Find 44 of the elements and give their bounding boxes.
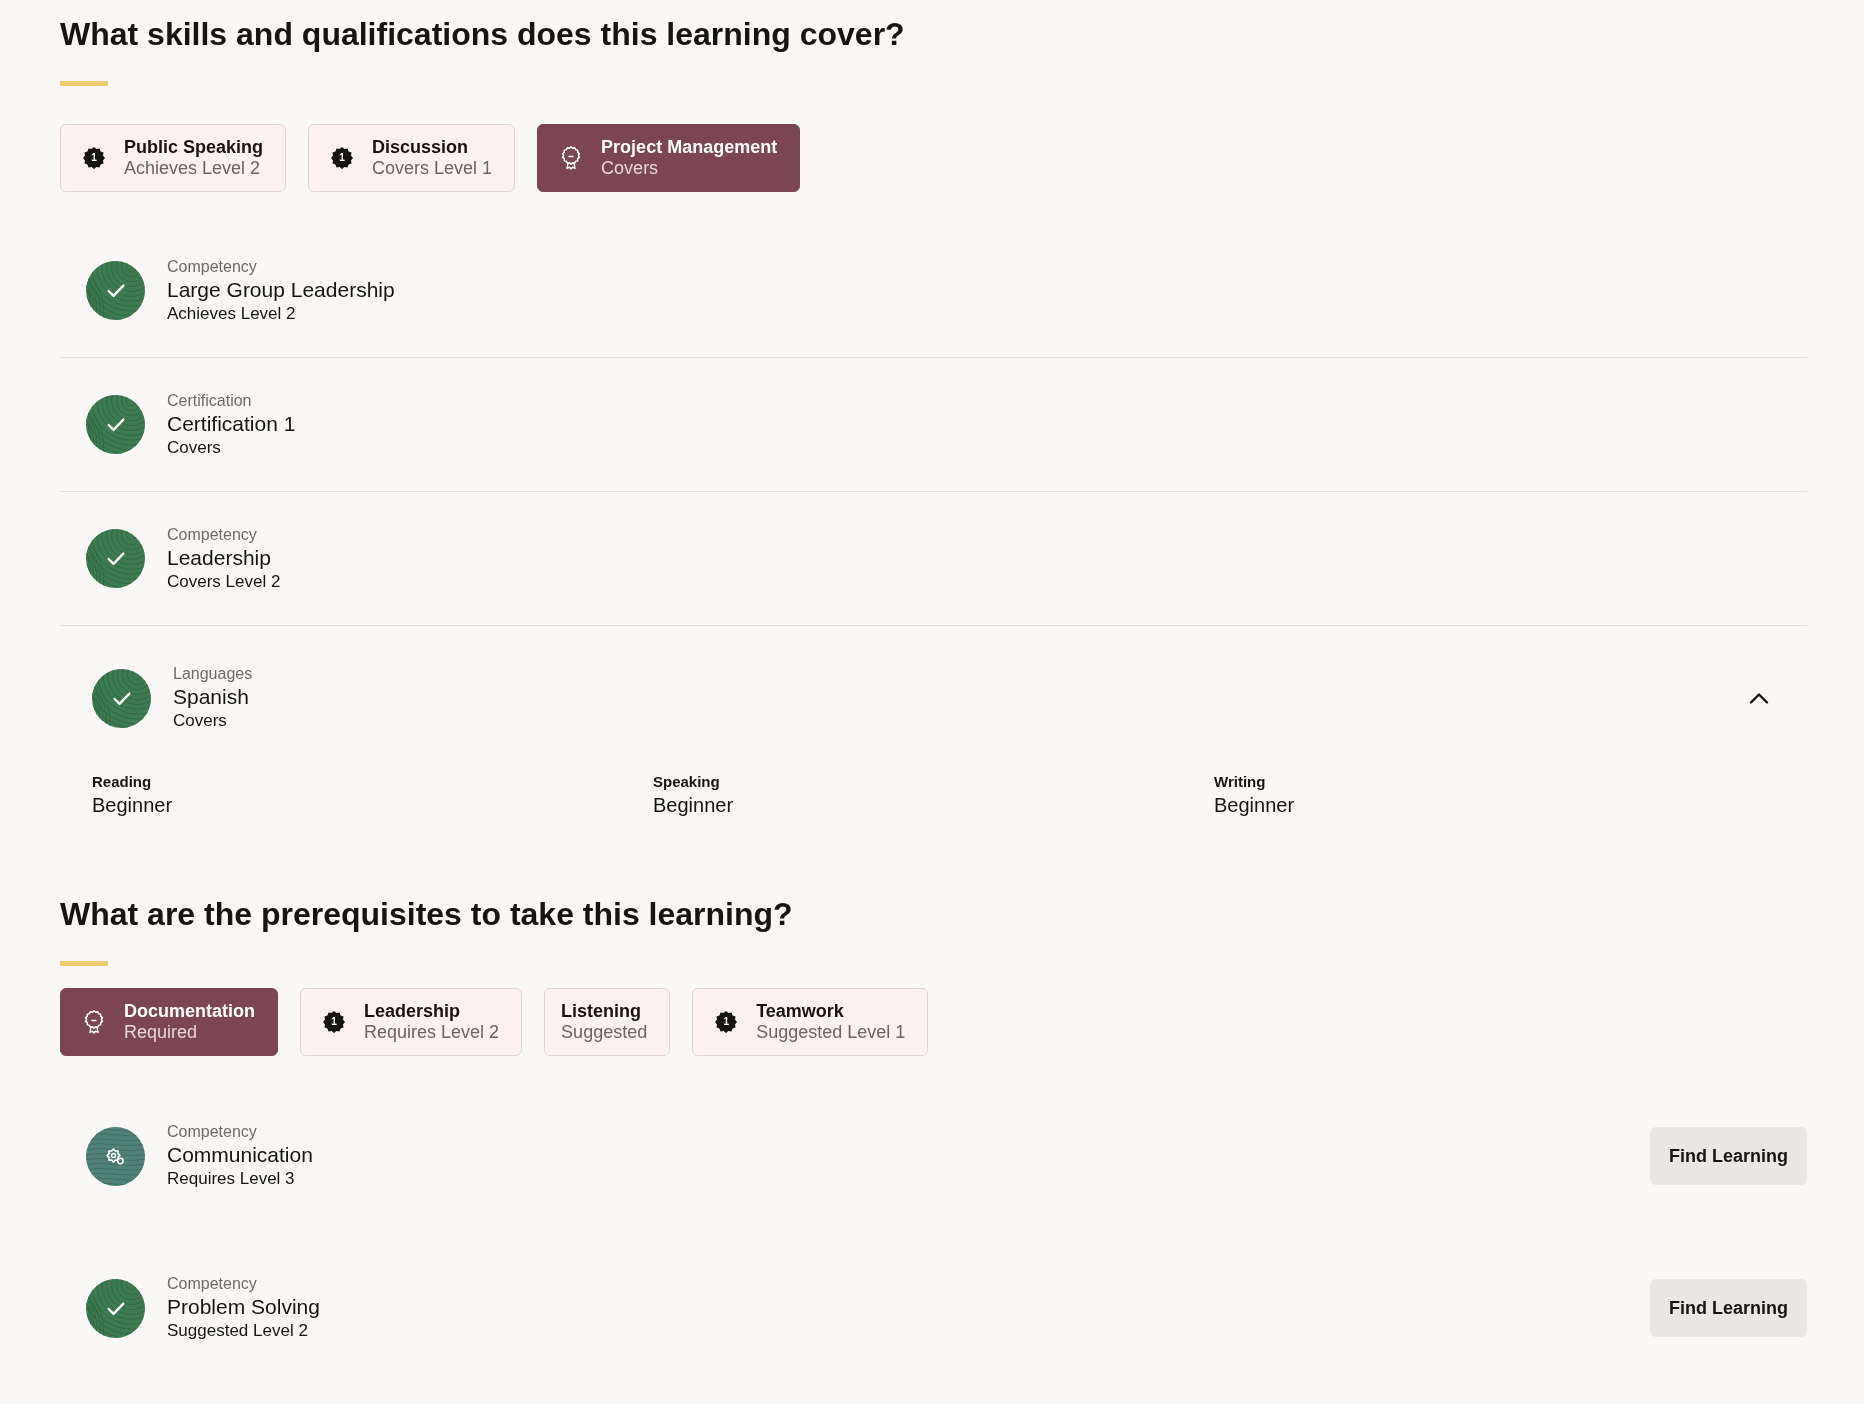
filter-chip[interactable]: 1 Discussion Covers Level 1 (308, 124, 516, 192)
item-category: Competency (167, 1274, 257, 1294)
find-learning-button[interactable]: Find Learning (1650, 1127, 1807, 1185)
award-ribbon-icon (560, 146, 583, 170)
item-category: Languages (173, 664, 253, 684)
item-status: Suggested Level 2 (167, 1320, 308, 1342)
level-badge: 1 (715, 1011, 738, 1033)
filter-chip[interactable]: 1 Public Speaking Achieves Level 2 (60, 124, 287, 192)
item-status: Covers Level 2 (167, 570, 281, 593)
award-ribbon-icon (83, 1010, 105, 1034)
item-title: Large Group Leadership (167, 276, 395, 303)
filter-chip[interactable]: Documentation Required (60, 988, 278, 1056)
level-badge: 1 (323, 1011, 345, 1033)
filter-chip[interactable]: 1 Teamwork Suggested Level 1 (692, 988, 929, 1056)
filter-chip[interactable]: 1 Leadership Requires Level 2 (300, 988, 523, 1056)
item-status: Covers (173, 710, 227, 732)
detail-value: Beginner (92, 793, 173, 818)
find-learning-button[interactable]: Find Learning (1650, 1279, 1807, 1337)
item-title: Certification 1 (167, 410, 296, 437)
detail-value: Beginner (1214, 793, 1295, 818)
item-category: Competency (167, 524, 257, 545)
detail-value: Beginner (653, 793, 734, 818)
detail-label: Reading (92, 772, 152, 792)
item-category: Competency (167, 1122, 257, 1142)
section-heading: What skills and qualifications does this learning cover? (60, 15, 905, 54)
heading-accent (60, 961, 108, 966)
item-status: Achieves Level 2 (167, 302, 296, 325)
item-status: Requires Level 3 (167, 1168, 295, 1190)
item-title: Leadership (167, 544, 271, 571)
heading-accent (60, 81, 108, 86)
level-badge: 1 (331, 147, 354, 169)
item-status: Covers (167, 436, 221, 459)
detail-label: Writing (1214, 772, 1266, 792)
item-title: Spanish (173, 684, 249, 710)
filter-chip[interactable]: Project Management Covers (537, 124, 801, 192)
level-badge: 1 (83, 147, 105, 169)
detail-label: Speaking (653, 772, 720, 792)
item-category: Competency (167, 256, 257, 277)
item-title: Communication (167, 1142, 313, 1168)
item-category: Certification (167, 390, 252, 411)
item-title: Problem Solving (167, 1294, 320, 1320)
section-heading: What are the prerequisites to take this learning? (60, 895, 793, 934)
chevron-up-icon[interactable] (1749, 692, 1769, 704)
filter-chip[interactable]: Listening Suggested (544, 988, 671, 1056)
